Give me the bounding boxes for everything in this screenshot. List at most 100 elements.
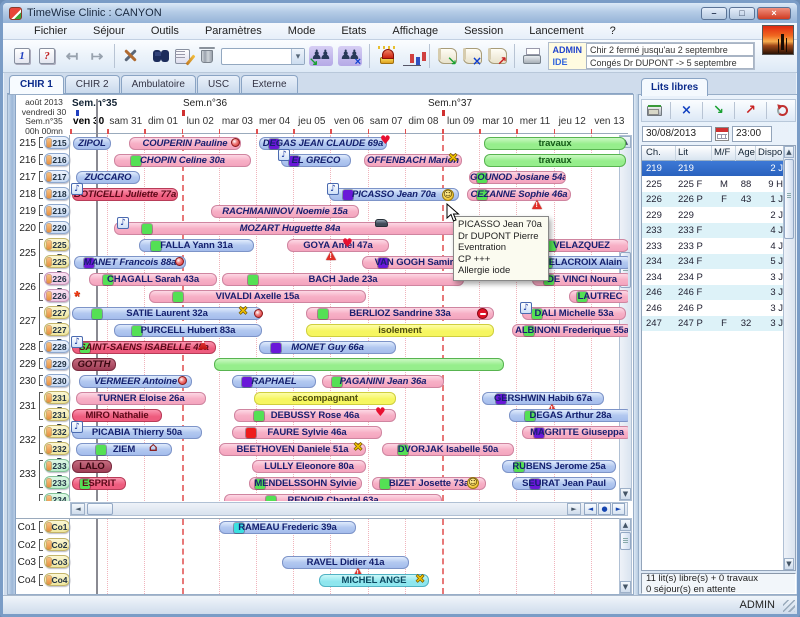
minimize-button[interactable]: –: [701, 7, 727, 20]
menu-item-affichage[interactable]: Affichage: [379, 24, 451, 38]
stay-bar[interactable]: isolement: [306, 324, 494, 337]
alert-button[interactable]: [376, 46, 398, 67]
delete-button[interactable]: [196, 46, 218, 67]
stay-bar[interactable]: MONET Guy 66a: [259, 341, 396, 354]
stay-bar[interactable]: ESPRIT: [72, 477, 126, 490]
stay-bar[interactable]: MAGRITTE Giuseppa: [522, 426, 628, 439]
close-panel-button[interactable]: ×: [676, 101, 697, 120]
stay-bar[interactable]: GOYA Amel 47a♥: [287, 239, 389, 252]
resize-grip[interactable]: [783, 600, 795, 612]
stay-bar[interactable]: BACH Jade 23a: [222, 273, 464, 286]
room-badge-226F[interactable]: 226 F: [44, 272, 70, 285]
scroll-up-button[interactable]: ▲: [620, 519, 631, 531]
room-badge-227F[interactable]: 227 F: [44, 306, 70, 319]
table-scroll-thumb[interactable]: [784, 159, 794, 239]
tab-lits-libres[interactable]: Lits libres: [641, 78, 708, 96]
stay-bar[interactable]: MOZART Huguette 84a♪: [114, 222, 466, 235]
column-header-Ch[interactable]: Ch.: [644, 146, 676, 161]
free-bed-row[interactable]: 246246 F3 J: [642, 285, 783, 300]
refresh-button[interactable]: [772, 101, 793, 120]
column-header-MF[interactable]: M/F: [712, 146, 736, 161]
stay-bar[interactable]: OFFENBACH Marion×: [364, 154, 462, 167]
planner-hscrollbar[interactable]: ◄ ► ◄ ● ►: [70, 502, 628, 516]
room-badge-231P[interactable]: 231 P: [44, 408, 70, 421]
stay-bar[interactable]: GOTTH: [72, 358, 116, 371]
stay-bar[interactable]: CEZANNE Sophie 46a: [467, 188, 571, 201]
nav-last-button[interactable]: ►: [612, 503, 625, 515]
stay-bar[interactable]: PAGANINI Jean 36a: [322, 375, 444, 388]
stay-bar[interactable]: MICHEL ANGE×: [319, 574, 429, 587]
free-bed-row[interactable]: 2292292 J: [642, 208, 783, 223]
stay-bar[interactable]: [214, 358, 504, 371]
stay-bar[interactable]: DEGAS Arthur 28a: [509, 409, 628, 422]
column-header-Lit[interactable]: Lit: [676, 146, 712, 161]
stay-bar[interactable]: RAVEL Didier 41a: [282, 556, 409, 569]
stay-bar[interactable]: LAUTREC: [569, 290, 628, 303]
room-badge-Co3[interactable]: Co3: [44, 555, 70, 568]
free-bed-row[interactable]: 234234 P3 J: [642, 270, 783, 285]
scroll-down-button[interactable]: ▼: [784, 558, 794, 570]
stay-bar[interactable]: BOTICELLI Juliette 77a♪: [72, 188, 178, 201]
menu-item-etats[interactable]: Etats: [328, 24, 379, 38]
stay-bar[interactable]: accompagnant: [254, 392, 396, 405]
stay-bar[interactable]: PICASSO Jean 70a♪☺: [329, 188, 459, 201]
stay-bar[interactable]: RAPHAEL: [232, 375, 316, 388]
stay-bar[interactable]: LULLY Eleonore 80a: [252, 460, 366, 473]
room-badge-232P[interactable]: 232 P: [44, 442, 70, 455]
scroll-left-button[interactable]: ◄: [71, 503, 85, 515]
beds-button[interactable]: [644, 101, 665, 120]
stay-bar[interactable]: ALBINONI Frederique 55a: [512, 324, 628, 337]
scroll-in-button[interactable]: ↘: [436, 46, 458, 67]
stay-bar[interactable]: CHAGALL Sarah 43a: [89, 273, 217, 286]
room-badge-230[interactable]: 230: [44, 374, 70, 387]
stay-bar[interactable]: RAMEAU Frederic 39a: [219, 521, 356, 534]
stay-bar[interactable]: RUBENS Jerome 25a: [502, 460, 616, 473]
room-badge-215[interactable]: 215: [44, 136, 70, 149]
arrow-in-button[interactable]: ↘: [708, 101, 729, 120]
companion-vscrollbar[interactable]: ▲ ▼: [619, 518, 632, 594]
nav-current-button[interactable]: ●: [598, 503, 611, 515]
stay-bar[interactable]: SEURAT Jean Paul: [512, 477, 616, 490]
stay-bar[interactable]: BIZET Josette 73a☺: [372, 477, 486, 490]
menu-item-lancement[interactable]: Lancement: [516, 24, 596, 38]
stay-bar[interactable]: VERMEER Antoine: [79, 375, 192, 388]
time-field[interactable]: 23:00: [732, 126, 772, 142]
stay-bar[interactable]: travaux: [484, 154, 626, 167]
statistics-button[interactable]: [401, 46, 423, 67]
edit-notes-button[interactable]: [171, 46, 193, 67]
stay-bar[interactable]: travaux: [484, 137, 626, 150]
free-bed-row[interactable]: 233233 F4 J: [642, 223, 783, 238]
room-badge-228[interactable]: 228: [44, 340, 70, 353]
stay-bar[interactable]: GOUNOD Josiane 54a: [469, 171, 566, 184]
free-bed-row[interactable]: 234234 F5 J: [642, 254, 783, 269]
menu-item-session[interactable]: Session: [451, 24, 516, 38]
transfer-out-button[interactable]: ↦: [86, 46, 108, 67]
room-badge-231F[interactable]: 231 F: [44, 391, 70, 404]
room-badge-216[interactable]: 216: [44, 153, 70, 166]
room-badge-217[interactable]: 217: [44, 170, 70, 183]
stay-bar[interactable]: TURNER Eloise 26a: [76, 392, 206, 405]
menu-item-paramtres[interactable]: Paramètres: [192, 24, 275, 38]
transfer-in-button[interactable]: ↤: [61, 46, 83, 67]
free-bed-row[interactable]: 226226 PF431 J: [642, 192, 783, 207]
stay-bar[interactable]: FAURE Sylvie 46a: [232, 426, 382, 439]
stay-bar[interactable]: MENDELSSOHN Sylvie: [249, 477, 362, 490]
stay-bar[interactable]: MANET Francois 88a: [74, 256, 186, 269]
message-field-1[interactable]: Chir 2 fermé jusqu'au 2 septembre: [586, 43, 754, 56]
tab-ambulatoire[interactable]: Ambulatoire: [121, 75, 196, 93]
stay-bar[interactable]: ZUCCARO: [76, 171, 140, 184]
column-header-Dispo[interactable]: Dispo.: [756, 146, 786, 161]
tools-button[interactable]: [121, 46, 143, 67]
scroll-right-button[interactable]: ►: [567, 503, 581, 515]
stay-bar[interactable]: FALLA Yann 31a: [139, 239, 254, 252]
stay-bar[interactable]: PICABIA Thierry 50a♪: [72, 426, 202, 439]
room-badge-219[interactable]: 219: [44, 204, 70, 217]
room-badge-229[interactable]: 229: [44, 357, 70, 370]
room-badge-225F[interactable]: 225 F: [44, 238, 70, 251]
new-stay-button[interactable]: 1: [11, 46, 33, 67]
room-badge-Co4[interactable]: Co4: [44, 573, 70, 586]
stay-bar[interactable]: BERLIOZ Sandrine 33a: [306, 307, 494, 320]
table-scrollbar[interactable]: ▲ ▼: [783, 146, 795, 570]
stay-bar[interactable]: SAINT-SAENS ISABELLE 45a♪: [72, 341, 216, 354]
scroll-out-button[interactable]: ↗: [486, 46, 508, 67]
